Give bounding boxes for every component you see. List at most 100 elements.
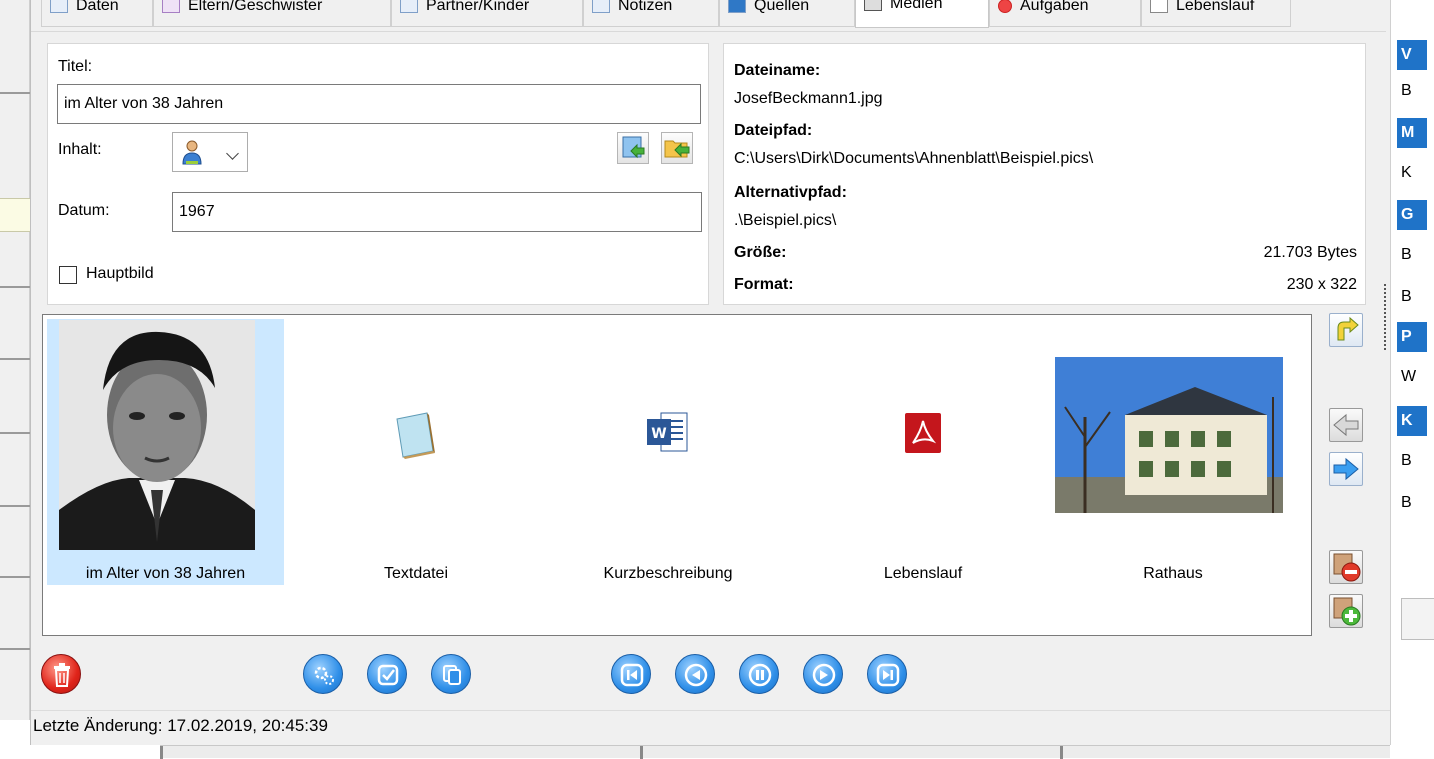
- gallery-item[interactable]: Textdatei: [311, 319, 521, 585]
- right-info-list: V B M K G B B P W K B B: [1390, 0, 1434, 745]
- tab-lebenslauf[interactable]: Lebenslauf: [1141, 0, 1291, 27]
- copy-icon: [443, 665, 461, 685]
- tab-daten[interactable]: Daten: [41, 0, 153, 27]
- format-label: Format:: [734, 276, 794, 293]
- row-divider: [0, 286, 30, 288]
- main-image-label: Hauptbild: [86, 265, 154, 282]
- content-type-dropdown[interactable]: [172, 132, 248, 172]
- move-right-button[interactable]: [1329, 452, 1363, 486]
- tab-label: Partner/Kinder: [426, 0, 530, 14]
- gallery-item[interactable]: W Kurzbeschreibung: [573, 319, 763, 585]
- tab-strip: Daten Eltern/Geschwister Partner/Kinder …: [31, 0, 1386, 32]
- arrow-left-icon: [1333, 413, 1359, 437]
- altpath-value: .\Beispiel.pics\: [734, 212, 837, 229]
- add-media-button[interactable]: [1329, 594, 1363, 628]
- title-input[interactable]: im Alter von 38 Jahren: [57, 84, 701, 124]
- list-item: B: [1401, 246, 1412, 263]
- background-window-strip: [0, 0, 30, 720]
- notes-icon: [592, 0, 610, 13]
- open-folder-button[interactable]: [661, 132, 693, 164]
- size-label: Größe:: [734, 244, 787, 261]
- tab-aufgaben[interactable]: Aufgaben: [989, 0, 1141, 27]
- tab-label: Notizen: [618, 0, 673, 14]
- background-grid-strip: [160, 745, 1390, 759]
- tab-quellen[interactable]: Quellen: [719, 0, 855, 27]
- filename-value: JosefBeckmann1.jpg: [734, 90, 883, 107]
- grid-separator: [640, 746, 643, 759]
- highlight-row: [0, 198, 30, 232]
- settings-button[interactable]: [303, 654, 343, 694]
- filename-label: Dateiname:: [734, 62, 821, 79]
- gallery-caption: Lebenslauf: [883, 565, 963, 582]
- person-editor-dialog: Daten Eltern/Geschwister Partner/Kinder …: [30, 0, 1391, 745]
- splitter-grip[interactable]: [1384, 284, 1387, 350]
- gallery-item[interactable]: Lebenslauf: [823, 319, 1023, 585]
- row-divider: [0, 358, 30, 360]
- move-left-button[interactable]: [1329, 408, 1363, 442]
- row-divider: [0, 576, 30, 578]
- gallery-caption: Textdatei: [383, 565, 449, 582]
- next-icon: [812, 663, 836, 687]
- pause-icon: [748, 663, 772, 687]
- media-details-form: Titel: im Alter von 38 Jahren Inhalt: Da…: [47, 43, 709, 305]
- list-item: B: [1401, 494, 1412, 511]
- partial-button[interactable]: [1401, 598, 1434, 640]
- filepath-label: Dateipfad:: [734, 122, 813, 139]
- last-change-text: Letzte Änderung: 17.02.2019, 20:45:39: [33, 716, 328, 735]
- date-label: Datum:: [58, 202, 110, 219]
- word-icon: W: [647, 412, 688, 452]
- checklist-button[interactable]: [367, 654, 407, 694]
- skip-first-icon: [620, 663, 644, 687]
- gallery-caption: im Alter von 38 Jahren: [85, 565, 246, 582]
- remove-media-button[interactable]: [1329, 550, 1363, 584]
- first-record-button[interactable]: [611, 654, 651, 694]
- tab-medien[interactable]: Medien: [855, 0, 989, 28]
- list-item: W: [1401, 368, 1417, 385]
- checkbox-icon: [377, 664, 399, 686]
- pdf-icon: [905, 413, 941, 453]
- file-info-panel: Dateiname: JosefBeckmann1.jpg Dateipfad:…: [723, 43, 1366, 305]
- gallery-item[interactable]: im Alter von 38 Jahren: [47, 319, 284, 585]
- sources-icon: [728, 0, 746, 13]
- tab-eltern-geschwister[interactable]: Eltern/Geschwister: [153, 0, 391, 27]
- partner-icon: [400, 0, 418, 13]
- list-header: M: [1397, 118, 1427, 148]
- list-item: B: [1401, 82, 1412, 99]
- building-photo-icon: [1055, 357, 1283, 513]
- tab-label: Quellen: [754, 0, 810, 14]
- parents-icon: [162, 0, 180, 13]
- portrait-photo-icon: [59, 320, 255, 550]
- import-image-icon: [622, 136, 645, 159]
- last-record-button[interactable]: [867, 654, 907, 694]
- tab-partner-kinder[interactable]: Partner/Kinder: [391, 0, 583, 27]
- arrow-right-icon: [1333, 457, 1359, 481]
- main-image-checkbox[interactable]: [59, 266, 77, 284]
- tasks-icon: [998, 0, 1012, 13]
- tab-label: Lebenslauf: [1176, 0, 1255, 14]
- import-image-button[interactable]: [617, 132, 649, 164]
- set-main-image-button[interactable]: [1329, 313, 1363, 347]
- skip-last-icon: [876, 663, 900, 687]
- grid-separator: [160, 746, 163, 759]
- remove-image-icon: [1333, 553, 1361, 582]
- add-image-icon: [1333, 597, 1361, 626]
- tab-notizen[interactable]: Notizen: [583, 0, 719, 27]
- next-record-button[interactable]: [803, 654, 843, 694]
- chevron-down-icon: [226, 147, 239, 160]
- trash-icon: [54, 663, 70, 687]
- date-input[interactable]: 1967: [172, 192, 702, 232]
- pause-button[interactable]: [739, 654, 779, 694]
- copy-button[interactable]: [431, 654, 471, 694]
- delete-button[interactable]: [41, 654, 81, 694]
- row-divider: [0, 505, 30, 507]
- data-icon: [50, 0, 68, 13]
- tab-label: Aufgaben: [1020, 0, 1089, 14]
- tab-label: Daten: [76, 0, 119, 14]
- list-header: P: [1397, 322, 1427, 352]
- title-label: Titel:: [58, 58, 93, 75]
- grid-separator: [1060, 746, 1063, 759]
- previous-record-button[interactable]: [675, 654, 715, 694]
- gallery-item[interactable]: Rathaus: [1043, 319, 1303, 585]
- size-value: 21.703 Bytes: [1263, 244, 1357, 261]
- biography-icon: [1150, 0, 1168, 13]
